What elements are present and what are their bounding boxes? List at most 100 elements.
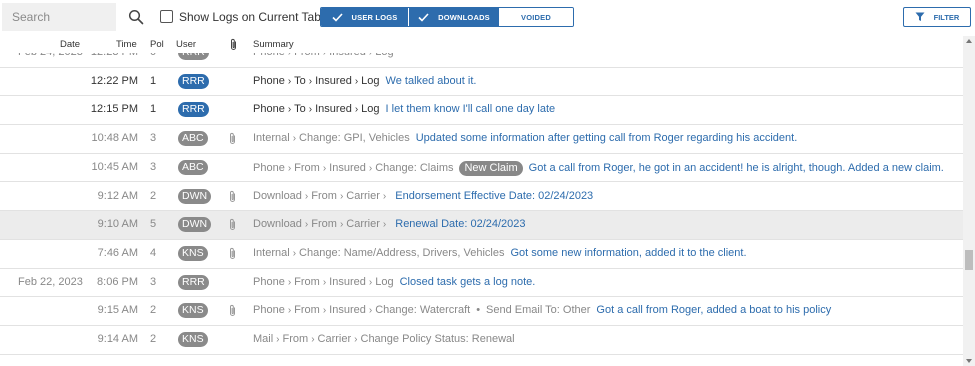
table-row[interactable]: Feb 22, 2023 8:06 PM 3 RRR Phone › From › Insure… xyxy=(0,269,963,298)
summary-path-segment: Change: Watercraft xyxy=(375,304,471,317)
row-summary: Phone › From › Insured › Change: Claims New Cla… xyxy=(253,160,944,176)
scroll-up-icon[interactable] xyxy=(966,39,972,43)
row-time: 9:15 AM xyxy=(97,304,138,317)
summary-path-segment: Insured xyxy=(329,161,366,174)
log-type-toggle: USER LOGS DOWNLOADS VOIDED xyxy=(320,7,574,27)
user-initials: RRR xyxy=(178,274,209,290)
show-logs-checkbox[interactable] xyxy=(160,10,173,23)
table-row[interactable]: 9:15 AM 2 KNS Phone › From › Insured › Change: Wa… xyxy=(0,297,963,326)
row-summary: Phone › To › Insured › Log We talked about it. xyxy=(253,75,476,87)
chevron-right-icon: › xyxy=(287,276,292,288)
paperclip-icon[interactable] xyxy=(229,38,238,51)
summary-path-segment: From xyxy=(311,189,337,202)
user-initials: ABC xyxy=(178,131,208,147)
user-initials: ABC xyxy=(178,159,208,175)
user-initials: DWN xyxy=(178,217,212,233)
filter-button[interactable]: FILTER xyxy=(903,7,971,27)
row-summary: Mail › From › Carrier › Change Policy Status: … xyxy=(253,333,515,345)
downloads-toggle[interactable]: DOWNLOADS xyxy=(409,8,499,26)
log-note-link[interactable]: Closed task gets a log note. xyxy=(400,276,536,288)
table-row[interactable]: 9:12 AM 2 DWN Download › From › Carrier › Endorse… xyxy=(0,183,963,212)
chevron-right-icon: › xyxy=(287,305,292,317)
user-badge[interactable]: ABC xyxy=(178,131,208,147)
row-summary: Phone › From › Insured › Log Closed task gets a… xyxy=(253,276,535,288)
row-summary: Phone › To › Insured › Log I let them know I'll… xyxy=(253,103,555,115)
scrollbar-thumb[interactable] xyxy=(965,250,973,270)
table-row[interactable]: 9:10 AM 5 DWN Download › From › Carrier › Renewal… xyxy=(0,211,963,240)
chevron-right-icon: › xyxy=(368,162,373,174)
table-row[interactable]: 12:15 PM 1 RRR Phone › To › Insured › Log I let th… xyxy=(0,96,963,126)
attachment-icon[interactable] xyxy=(228,218,237,234)
user-badge[interactable]: DWN xyxy=(178,188,212,204)
table-row[interactable]: 9:14 AM 2 KNS Mail › From › Carrier › Change Poli… xyxy=(0,326,963,355)
attachment-icon[interactable] xyxy=(228,247,237,263)
chevron-right-icon: › xyxy=(368,305,373,317)
summary-path-segment: From xyxy=(282,333,309,345)
summary-path-segment: Internal xyxy=(253,246,290,259)
attachment-icon[interactable] xyxy=(228,190,237,206)
row-policy-number: 2 xyxy=(150,304,157,317)
search-icon[interactable] xyxy=(128,9,144,25)
summary-path-segment: Download xyxy=(253,189,302,202)
user-badge[interactable]: RRR xyxy=(178,73,209,89)
log-note-link[interactable]: Renewal Date: 02/24/2023 xyxy=(395,218,525,230)
vertical-scrollbar[interactable] xyxy=(963,36,975,366)
voided-toggle[interactable]: VOIDED xyxy=(499,8,573,26)
chevron-right-icon: › xyxy=(382,190,387,202)
row-summary: Phone › From › Insured › Change: Watercraft • Se… xyxy=(253,304,831,316)
attachment-icon[interactable] xyxy=(228,132,237,148)
column-header-user[interactable]: User xyxy=(176,39,196,50)
user-badge[interactable]: DWN xyxy=(178,217,212,233)
log-note-link[interactable]: Got some new information, added it to th… xyxy=(510,247,746,259)
log-note-link[interactable]: Endorsement Effective Date: 02/24/2023 xyxy=(395,190,593,202)
table-row[interactable]: 10:48 AM 3 ABC Internal › Change: GPI, Vehicl… xyxy=(0,125,963,154)
show-logs-label: Show Logs on Current Tab xyxy=(179,10,321,24)
summary-path-segment: Change Policy Status: Renewal xyxy=(360,333,515,345)
search-input[interactable] xyxy=(2,3,116,31)
chevron-right-icon: › xyxy=(382,219,387,231)
summary-path-segment: Phone xyxy=(253,74,285,87)
log-note-link[interactable]: We talked about it. xyxy=(386,75,477,87)
column-header-pol[interactable]: Pol xyxy=(150,39,164,50)
row-policy-number: 1 xyxy=(150,74,157,87)
summary-path-segment: Insured xyxy=(315,74,352,87)
chevron-right-icon: › xyxy=(369,53,372,58)
row-policy-number: 0 xyxy=(150,53,156,58)
log-note-link[interactable]: Got a call from Roger, added a boat to h… xyxy=(596,304,831,316)
user-badge[interactable]: RRR xyxy=(178,102,209,118)
summary-path-segment: Carrier xyxy=(317,333,352,345)
summary-path-segment: Change: Name/Address, Drivers, Vehicles xyxy=(299,246,505,259)
attachment-icon[interactable] xyxy=(228,304,237,320)
row-policy-number: 3 xyxy=(150,132,157,145)
column-header-date[interactable]: Date xyxy=(60,39,80,50)
chevron-right-icon: › xyxy=(292,247,297,259)
user-badge[interactable]: KNS xyxy=(178,303,208,319)
log-note-link[interactable]: Updated some information after getting c… xyxy=(416,132,798,144)
log-note-link[interactable]: Got a call from Roger, he got in an acci… xyxy=(529,162,944,174)
chevron-right-icon: › xyxy=(308,104,313,116)
column-header-summary[interactable]: Summary xyxy=(253,39,294,50)
log-note-link[interactable]: I let them know I'll call one day late xyxy=(386,103,556,115)
row-time: 12:22 PM xyxy=(90,74,138,87)
table-row[interactable]: 7:46 AM 4 KNS Internal › Change: Name/Address… xyxy=(0,240,963,269)
summary-path-segment: Insured xyxy=(329,53,366,58)
chevron-right-icon: › xyxy=(276,334,280,345)
user-badge[interactable]: ABC xyxy=(178,159,208,175)
user-badge[interactable]: KNS xyxy=(178,245,208,261)
user-initials: DWN xyxy=(178,188,212,204)
scroll-down-icon[interactable] xyxy=(966,359,972,363)
table-row[interactable]: Feb 24, 202312:23 PM0RRRPhone›From›Insur… xyxy=(0,53,963,68)
column-header-time[interactable]: Time xyxy=(116,39,137,50)
user-badge[interactable]: RRR xyxy=(178,53,209,60)
table-row[interactable]: 10:45 AM 3 ABC Phone › From › Insured › Change: C… xyxy=(0,154,963,183)
user-logs-toggle[interactable]: USER LOGS xyxy=(321,8,409,26)
funnel-icon xyxy=(915,12,925,21)
chevron-right-icon: › xyxy=(354,75,359,87)
summary-path-segment: To xyxy=(294,74,306,87)
row-summary: Download › From › Carrier › Renewal Date: 02/2… xyxy=(253,218,526,230)
user-badge[interactable]: RRR xyxy=(178,274,209,290)
summary-path-segment: Log xyxy=(361,74,380,87)
table-row[interactable]: 12:22 PM 1 RRR Phone › To › Insured › Log We talke… xyxy=(0,68,963,97)
user-badge[interactable]: KNS xyxy=(178,332,208,347)
summary-path-segment: From xyxy=(294,53,320,58)
